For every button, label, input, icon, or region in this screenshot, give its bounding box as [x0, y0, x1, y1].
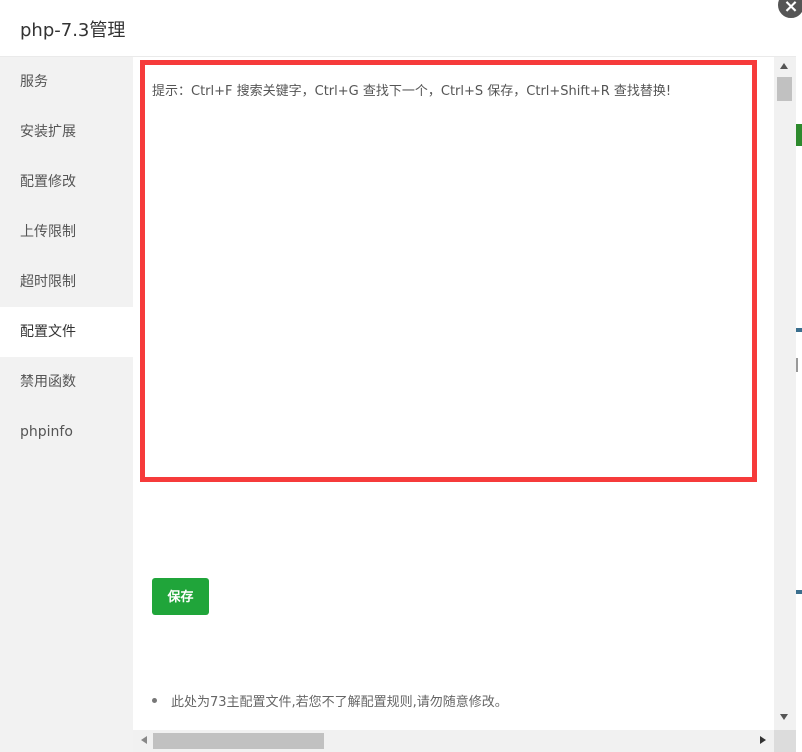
sidebar-item-install-extensions[interactable]: 安装扩展 — [0, 107, 133, 157]
scrollbar-corner — [774, 730, 796, 752]
background-green-mark — [796, 124, 802, 146]
dialog-title-bar: php-7.3管理 — [0, 0, 796, 57]
sidebar-item-timeout-limit[interactable]: 超时限制 — [0, 257, 133, 307]
sidebar-item-config-modify[interactable]: 配置修改 — [0, 157, 133, 207]
background-gray-mark — [796, 358, 798, 372]
config-editor[interactable]: 提示：Ctrl+F 搜索关键字，Ctrl+G 查找下一个，Ctrl+S 保存，C… — [140, 60, 757, 482]
php-manager-dialog: php-7.3管理 服务 安装扩展 配置修改 上传限制 超时限制 配置文件 禁用… — [0, 0, 796, 752]
dialog-title: php-7.3管理 — [20, 20, 126, 41]
background-blue-line — [796, 328, 802, 332]
vertical-scroll-thumb[interactable] — [777, 77, 792, 101]
scroll-up-arrow-icon[interactable] — [780, 63, 788, 69]
bullet-icon — [152, 698, 157, 703]
background-blue-line — [796, 590, 802, 594]
vertical-scrollbar[interactable] — [774, 57, 796, 730]
background-page-strip — [796, 0, 802, 752]
sidebar-item-upload-limit[interactable]: 上传限制 — [0, 207, 133, 257]
editor-hint-text: 提示：Ctrl+F 搜索关键字，Ctrl+G 查找下一个，Ctrl+S 保存，C… — [152, 84, 672, 99]
sidebar-item-service[interactable]: 服务 — [0, 57, 133, 107]
sidebar-item-config-file[interactable]: 配置文件 — [0, 307, 133, 357]
config-note: 此处为73主配置文件,若您不了解配置规则,请勿随意修改。 — [152, 691, 508, 710]
sidebar-item-disabled-functions[interactable]: 禁用函数 — [0, 357, 133, 407]
sidebar: 服务 安装扩展 配置修改 上传限制 超时限制 配置文件 禁用函数 phpinfo — [0, 57, 133, 752]
scroll-left-arrow-icon[interactable] — [141, 736, 147, 744]
config-file-panel: 提示：Ctrl+F 搜索关键字，Ctrl+G 查找下一个，Ctrl+S 保存，C… — [133, 57, 774, 730]
scroll-down-arrow-icon[interactable] — [780, 714, 788, 720]
horizontal-scrollbar[interactable] — [133, 730, 774, 752]
save-button[interactable]: 保存 — [152, 578, 209, 615]
config-note-text: 此处为73主配置文件,若您不了解配置规则,请勿随意修改。 — [171, 695, 508, 710]
horizontal-scroll-thumb[interactable] — [153, 733, 324, 749]
scroll-right-arrow-icon[interactable] — [760, 736, 766, 744]
sidebar-item-phpinfo[interactable]: phpinfo — [0, 407, 133, 457]
